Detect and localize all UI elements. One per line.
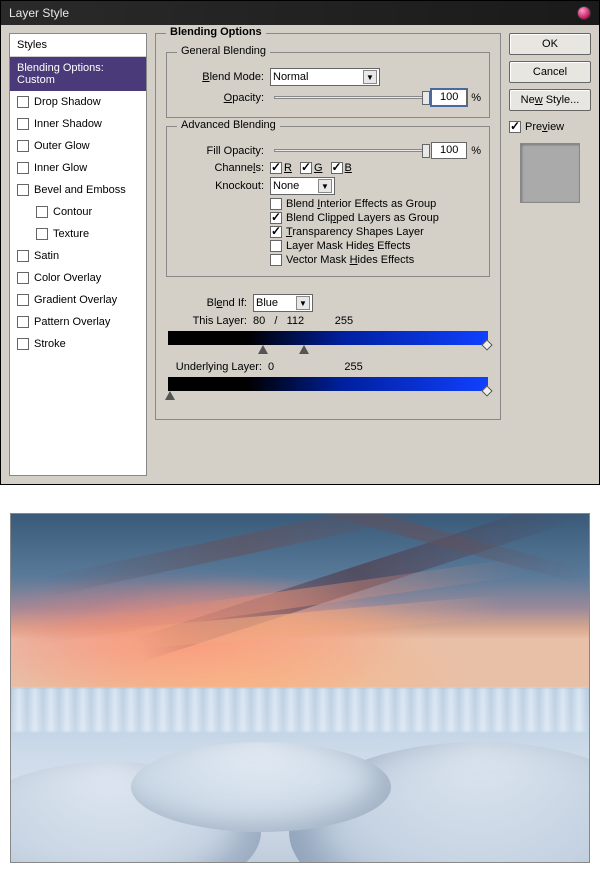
fill-opacity-slider[interactable] [274, 149, 427, 152]
layer-mask-label: Layer Mask Hides Effects [286, 240, 411, 252]
this-layer-gradient[interactable] [168, 331, 488, 345]
style-blending-options[interactable]: Blending Options: Custom [10, 57, 146, 91]
this-layer-label: This Layer: [168, 315, 253, 327]
preview-label: Preview [525, 121, 564, 133]
under-layer-label: Underlying Layer: [168, 361, 268, 373]
window-title: Layer Style [9, 6, 69, 20]
blend-clipped-label: Blend Clipped Layers as Group [286, 212, 439, 224]
general-blending-group: General Blending Blend Mode: Normal ▼ Op… [166, 52, 490, 118]
styles-list: Styles Blending Options: Custom Drop Sha… [9, 33, 147, 476]
fill-opacity-input[interactable]: 100 [431, 142, 467, 159]
blend-mode-select[interactable]: Normal ▼ [270, 68, 380, 86]
checkbox-icon[interactable] [17, 316, 29, 328]
opacity-input[interactable]: 100 [431, 89, 467, 106]
pct-label: % [467, 92, 481, 104]
fill-opacity-label: Fill Opacity: [175, 145, 270, 157]
titlebar[interactable]: Layer Style [1, 1, 599, 25]
blending-options-group: Blending Options General Blending Blend … [155, 33, 501, 420]
blend-if-select[interactable]: Blue ▼ [253, 294, 313, 312]
preview-checkbox[interactable] [509, 121, 521, 133]
vector-mask-checkbox[interactable] [270, 254, 282, 266]
dialog-body: Styles Blending Options: Custom Drop Sha… [1, 25, 599, 484]
checkbox-icon[interactable] [17, 338, 29, 350]
style-outer-glow[interactable]: Outer Glow [10, 135, 146, 157]
under-layer-gradient[interactable] [168, 377, 488, 391]
channel-r-checkbox[interactable] [270, 162, 282, 174]
transparency-checkbox[interactable] [270, 226, 282, 238]
pct-label: % [467, 145, 481, 157]
style-satin[interactable]: Satin [10, 245, 146, 267]
checkbox-icon[interactable] [17, 272, 29, 284]
style-drop-shadow[interactable]: Drop Shadow [10, 91, 146, 113]
channel-g-checkbox[interactable] [300, 162, 312, 174]
ok-button[interactable]: OK [509, 33, 591, 55]
chevron-down-icon: ▼ [318, 179, 332, 193]
options-panel: Blending Options General Blending Blend … [155, 33, 501, 476]
opacity-label: Opacity: [175, 92, 270, 104]
this-layer-values: 80 / 112 255 [253, 315, 353, 327]
layer-mask-checkbox[interactable] [270, 240, 282, 252]
checkbox-icon[interactable] [17, 162, 29, 174]
blending-options-legend: Blending Options [166, 26, 266, 38]
gradient-thumb[interactable] [258, 345, 268, 354]
style-gradient-overlay[interactable]: Gradient Overlay [10, 289, 146, 311]
knockout-label: Knockout: [175, 180, 270, 192]
opacity-slider[interactable] [274, 96, 427, 99]
checkbox-icon[interactable] [17, 118, 29, 130]
style-stroke[interactable]: Stroke [10, 333, 146, 355]
window-orb-icon[interactable] [577, 6, 591, 20]
blend-if-group: Blend If: Blue ▼ This Layer: 80 / 112 25… [166, 285, 490, 411]
layer-style-window: Layer Style Styles Blending Options: Cus… [0, 0, 600, 485]
style-inner-shadow[interactable]: Inner Shadow [10, 113, 146, 135]
knockout-select[interactable]: None ▼ [270, 177, 335, 195]
blend-mode-label: Blend Mode: [175, 71, 270, 83]
gradient-thumb[interactable] [299, 345, 309, 354]
style-texture[interactable]: Texture [10, 223, 146, 245]
style-pattern-overlay[interactable]: Pattern Overlay [10, 311, 146, 333]
blend-if-label: Blend If: [168, 297, 253, 309]
checkbox-icon[interactable] [36, 228, 48, 240]
advanced-blending-group: Advanced Blending Fill Opacity: 100 % Ch… [166, 126, 490, 277]
checkbox-icon[interactable] [17, 250, 29, 262]
blend-clipped-checkbox[interactable] [270, 212, 282, 224]
checkbox-icon[interactable] [36, 206, 48, 218]
gradient-thumb[interactable] [481, 339, 492, 350]
chevron-down-icon: ▼ [363, 70, 377, 84]
transparency-label: Transparency Shapes Layer [286, 226, 424, 238]
cancel-button[interactable]: Cancel [509, 61, 591, 83]
advanced-legend: Advanced Blending [177, 119, 280, 131]
channels-label: Channels: [175, 162, 270, 174]
blend-interior-label: Blend Interior Effects as Group [286, 198, 436, 210]
checkbox-icon[interactable] [17, 96, 29, 108]
new-style-button[interactable]: New Style... [509, 89, 591, 111]
channel-b-checkbox[interactable] [331, 162, 343, 174]
under-layer-values: 0 255 [268, 361, 363, 373]
style-inner-glow[interactable]: Inner Glow [10, 157, 146, 179]
styles-header[interactable]: Styles [10, 34, 146, 57]
chevron-down-icon: ▼ [296, 296, 310, 310]
checkbox-icon[interactable] [17, 294, 29, 306]
blend-interior-checkbox[interactable] [270, 198, 282, 210]
gradient-thumb[interactable] [165, 391, 175, 400]
style-contour[interactable]: Contour [10, 201, 146, 223]
right-buttons: OK Cancel New Style... Preview [509, 33, 591, 476]
checkbox-icon[interactable] [17, 184, 29, 196]
style-bevel-emboss[interactable]: Bevel and Emboss [10, 179, 146, 201]
checkbox-icon[interactable] [17, 140, 29, 152]
style-color-overlay[interactable]: Color Overlay [10, 267, 146, 289]
general-legend: General Blending [177, 45, 270, 57]
vector-mask-label: Vector Mask Hides Effects [286, 254, 414, 266]
preview-swatch [520, 143, 580, 203]
result-image [10, 513, 590, 863]
